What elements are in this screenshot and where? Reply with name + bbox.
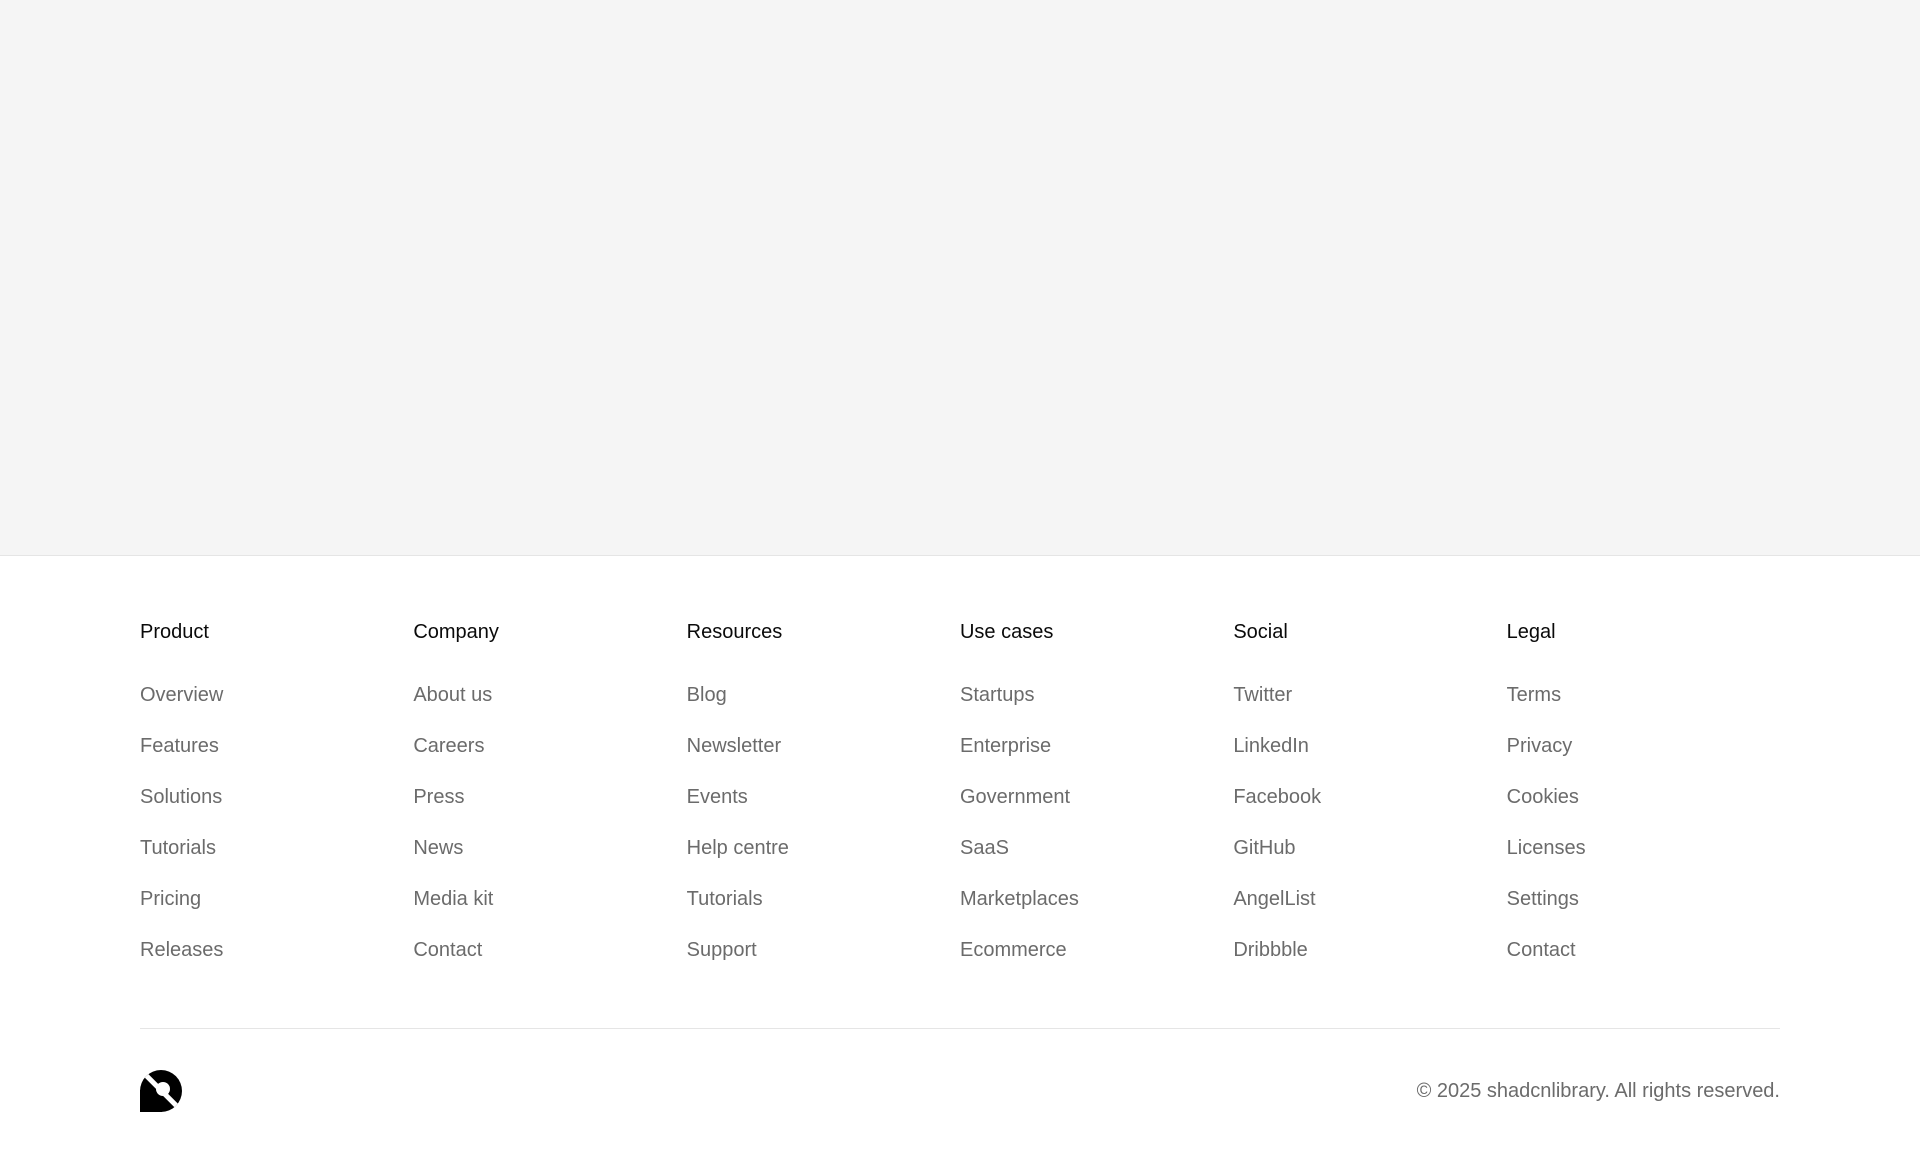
footer-link-newsletter[interactable]: Newsletter bbox=[687, 734, 781, 758]
footer-column-social: Social Twitter LinkedIn Facebook GitHub … bbox=[1233, 620, 1506, 975]
brand-logo-icon bbox=[140, 1070, 182, 1112]
footer-link-contact[interactable]: Contact bbox=[1507, 938, 1576, 962]
footer-link-pricing[interactable]: Pricing bbox=[140, 887, 201, 911]
footer-column-company: Company About us Careers Press News Medi… bbox=[413, 620, 686, 975]
footer-link-facebook[interactable]: Facebook bbox=[1233, 785, 1321, 809]
footer-link-list: About us Careers Press News Media kit Co… bbox=[413, 669, 686, 975]
footer-column-product: Product Overview Features Solutions Tuto… bbox=[140, 620, 413, 975]
footer-link-terms[interactable]: Terms bbox=[1507, 683, 1561, 707]
footer-link-settings[interactable]: Settings bbox=[1507, 887, 1579, 911]
footer-bottom-bar: © 2025 shadcnlibrary. All rights reserve… bbox=[140, 1070, 1780, 1112]
footer-link-support[interactable]: Support bbox=[687, 938, 757, 962]
footer-link-government[interactable]: Government bbox=[960, 785, 1070, 809]
footer-column-legal: Legal Terms Privacy Cookies Licenses Set… bbox=[1507, 620, 1780, 975]
footer-link-media-kit[interactable]: Media kit bbox=[413, 887, 493, 911]
footer-link-about-us[interactable]: About us bbox=[413, 683, 492, 707]
footer-link-cookies[interactable]: Cookies bbox=[1507, 785, 1579, 809]
footer-link-marketplaces[interactable]: Marketplaces bbox=[960, 887, 1079, 911]
footer-column-title: Product bbox=[140, 621, 209, 643]
footer-column-use-cases: Use cases Startups Enterprise Government… bbox=[960, 620, 1233, 975]
footer-divider bbox=[140, 1028, 1780, 1029]
footer-column-title: Legal bbox=[1506, 621, 1556, 643]
footer-link-overview[interactable]: Overview bbox=[140, 683, 223, 707]
footer-link-licenses[interactable]: Licenses bbox=[1507, 836, 1586, 860]
footer-link-list: Terms Privacy Cookies Licenses Settings … bbox=[1507, 669, 1780, 975]
footer-link-angellist[interactable]: AngelList bbox=[1233, 887, 1315, 911]
footer-link-list: Twitter LinkedIn Facebook GitHub AngelLi… bbox=[1233, 669, 1506, 975]
footer-column-title: Resources bbox=[686, 621, 783, 643]
footer-columns: Product Overview Features Solutions Tuto… bbox=[140, 620, 1780, 975]
footer-link-solutions[interactable]: Solutions bbox=[140, 785, 222, 809]
site-footer: Product Overview Features Solutions Tuto… bbox=[0, 556, 1920, 1152]
footer-column-title: Company bbox=[413, 621, 499, 643]
footer-column-title: Use cases bbox=[959, 621, 1054, 643]
footer-link-dribbble[interactable]: Dribbble bbox=[1233, 938, 1307, 962]
hero-placeholder bbox=[0, 0, 1920, 556]
footer-link-blog[interactable]: Blog bbox=[687, 683, 727, 707]
footer-link-list: Startups Enterprise Government SaaS Mark… bbox=[960, 669, 1233, 975]
footer-link-enterprise[interactable]: Enterprise bbox=[960, 734, 1051, 758]
footer-link-help-centre[interactable]: Help centre bbox=[687, 836, 789, 860]
footer-link-tutorials[interactable]: Tutorials bbox=[687, 887, 763, 911]
footer-link-list: Blog Newsletter Events Help centre Tutor… bbox=[687, 669, 960, 975]
footer-column-title: Social bbox=[1233, 621, 1288, 643]
footer-link-contact[interactable]: Contact bbox=[413, 938, 482, 962]
copyright-text: © 2025 shadcnlibrary. All rights reserve… bbox=[1416, 1080, 1780, 1102]
footer-column-resources: Resources Blog Newsletter Events Help ce… bbox=[687, 620, 960, 975]
footer-link-releases[interactable]: Releases bbox=[140, 938, 223, 962]
footer-link-ecommerce[interactable]: Ecommerce bbox=[960, 938, 1067, 962]
footer-link-tutorials[interactable]: Tutorials bbox=[140, 836, 216, 860]
footer-link-news[interactable]: News bbox=[413, 836, 463, 860]
footer-link-linkedin[interactable]: LinkedIn bbox=[1233, 734, 1309, 758]
logo-link[interactable] bbox=[140, 1070, 182, 1112]
footer-link-features[interactable]: Features bbox=[140, 734, 219, 758]
footer-link-careers[interactable]: Careers bbox=[413, 734, 484, 758]
footer-link-saas[interactable]: SaaS bbox=[960, 836, 1009, 860]
footer-link-press[interactable]: Press bbox=[413, 785, 464, 809]
footer-link-list: Overview Features Solutions Tutorials Pr… bbox=[140, 669, 413, 975]
footer-link-privacy[interactable]: Privacy bbox=[1507, 734, 1573, 758]
footer-link-events[interactable]: Events bbox=[687, 785, 748, 809]
footer-link-startups[interactable]: Startups bbox=[960, 683, 1034, 707]
footer-link-twitter[interactable]: Twitter bbox=[1233, 683, 1292, 707]
footer-link-github[interactable]: GitHub bbox=[1233, 836, 1295, 860]
